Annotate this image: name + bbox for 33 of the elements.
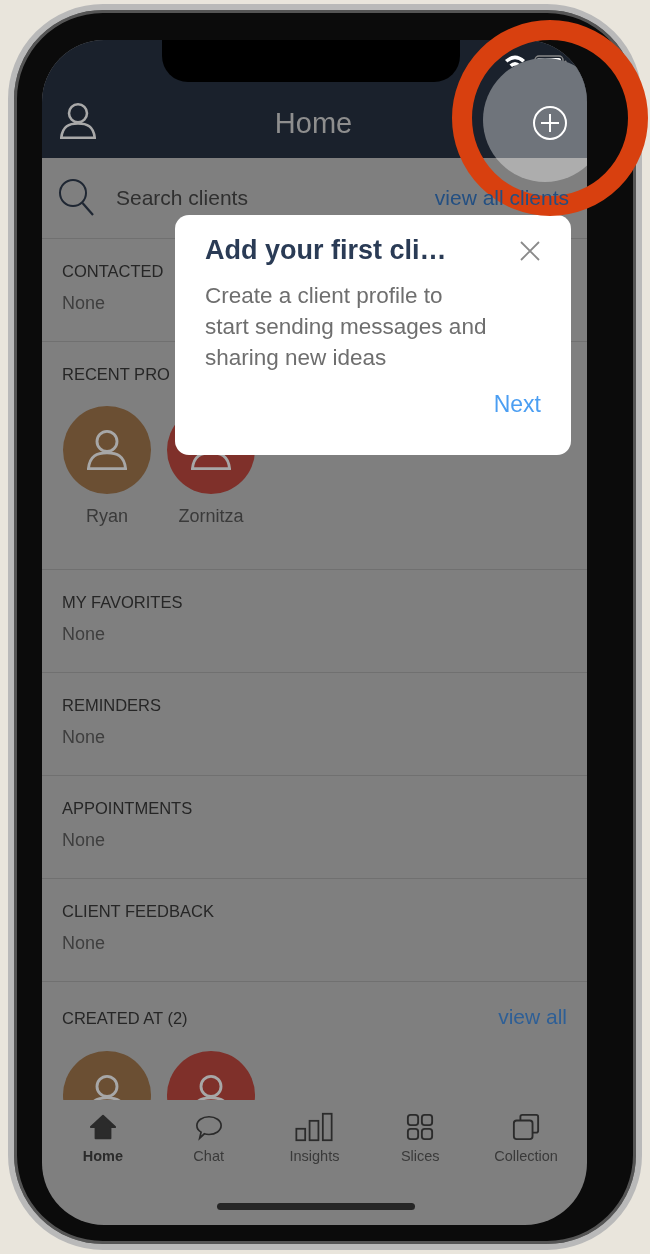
section-title: REMINDERS (62, 696, 161, 715)
tab[interactable]: Slices (374, 1112, 467, 1168)
section-value: None (62, 727, 106, 748)
stacked-squares-icon (512, 1112, 541, 1142)
section-value: None (62, 933, 106, 954)
section-title: RECENT PRO (62, 365, 170, 384)
tab[interactable]: Home (56, 1112, 149, 1168)
section-value: None (62, 624, 106, 645)
view-all-link[interactable]: view all (498, 1005, 567, 1029)
section-title: CLIENT FEEDBACK (62, 902, 214, 921)
screen-title: Home (274, 106, 353, 140)
section-title: CONTACTED (62, 262, 164, 281)
bar-chart-icon (293, 1112, 336, 1142)
close-icon[interactable] (519, 239, 541, 262)
grid-icon (406, 1112, 435, 1142)
tab[interactable]: Collection (480, 1112, 573, 1168)
section-value: None (62, 830, 106, 851)
tab[interactable]: Insights (268, 1112, 361, 1168)
section-title: MY FAVORITES (62, 593, 183, 612)
search-icon (58, 178, 96, 218)
section-title: APPOINTMENTS (62, 799, 193, 818)
tab[interactable]: Chat (162, 1112, 255, 1168)
add-icon[interactable] (531, 104, 569, 142)
client-name: Zornitza (178, 506, 244, 527)
section-title: CREATED AT (2) (62, 1009, 188, 1028)
tooltip-title: Add your first cli… (205, 235, 447, 266)
house-icon (88, 1112, 117, 1142)
person-icon (60, 102, 96, 140)
client-name: Ryan (86, 506, 128, 527)
search-field[interactable]: Search clients (116, 186, 415, 210)
tooltip-text: Create a client profile to start sending messages and sharing new ideas (205, 282, 487, 372)
next-button[interactable]: Next (493, 391, 541, 418)
section-value: None (62, 293, 106, 314)
